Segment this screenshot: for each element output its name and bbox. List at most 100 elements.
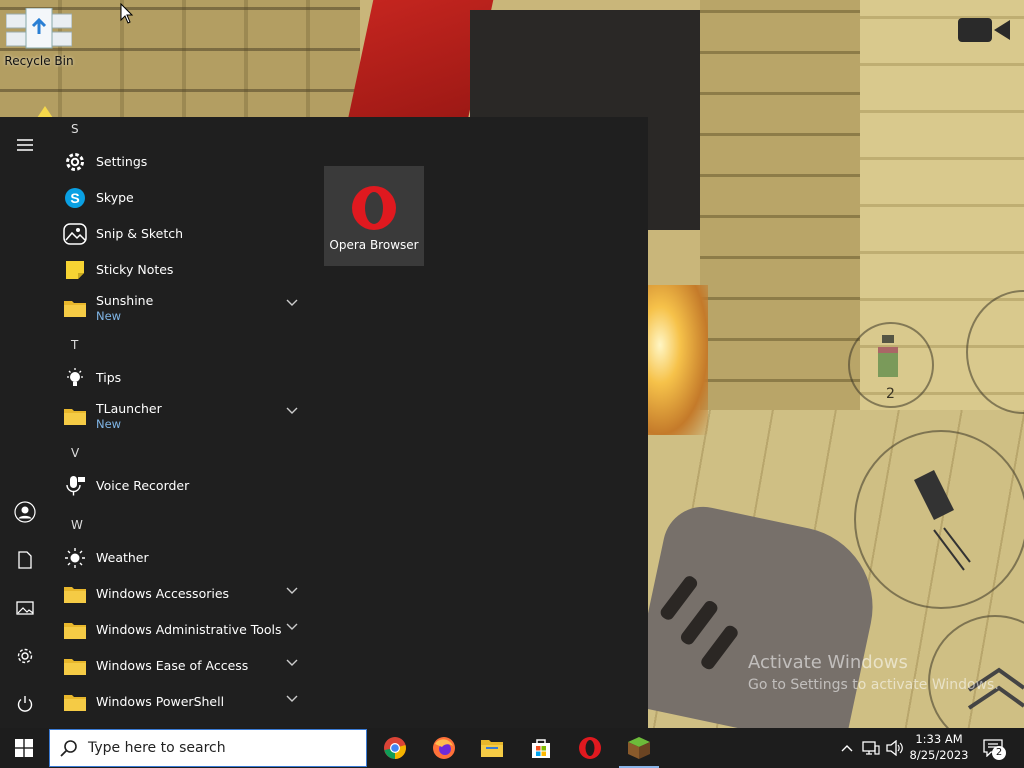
power-icon[interactable] [13, 692, 37, 716]
app-label: Windows Accessories [96, 586, 230, 601]
app-label: Weather [96, 550, 149, 565]
new-badge: New [96, 416, 122, 431]
notification-count-badge: 2 [992, 746, 1006, 760]
taskbar-opera[interactable] [566, 728, 614, 768]
app-tips[interactable]: Tips [62, 361, 312, 395]
app-label: Windows Ease of Access [96, 658, 249, 673]
opera-icon [352, 186, 396, 230]
start-menu: S Settings S Skype Snip & Sketch Sticky … [0, 117, 648, 728]
chevron-down-icon[interactable] [286, 623, 298, 631]
hamburger-menu-icon[interactable] [13, 133, 37, 157]
skype-icon: S [62, 185, 88, 211]
network-status[interactable] [860, 728, 882, 768]
mouse-cursor-icon [120, 3, 134, 24]
store-icon [532, 739, 550, 758]
taskbar-microsoft-store[interactable] [517, 728, 565, 768]
app-windows-ease-of-access[interactable]: Windows Ease of Access [62, 649, 312, 683]
app-label: Skype [96, 190, 134, 205]
app-windows-accessories[interactable]: Windows Accessories [62, 577, 312, 611]
app-label: Windows Administrative Tools [96, 622, 282, 637]
activate-windows-watermark: Activate Windows Go to Settings to activ… [748, 652, 999, 693]
clock-date: 8/25/2023 [909, 748, 969, 762]
video-camera-icon[interactable] [958, 16, 1010, 44]
app-sunshine[interactable]: Sunshine New [62, 289, 312, 327]
folder-icon [62, 617, 88, 643]
folder-icon [62, 689, 88, 715]
speaker-icon [886, 740, 903, 756]
taskbar-search-box[interactable]: Type here to search [49, 729, 367, 767]
taskbar-minecraft[interactable] [615, 728, 663, 768]
sticky-notes-icon [62, 257, 88, 283]
taskbar-firefox[interactable] [420, 728, 468, 768]
recycle-bin-icon [6, 8, 72, 49]
app-label: Sticky Notes [96, 262, 174, 277]
chevron-down-icon[interactable] [286, 659, 298, 667]
volume-control[interactable] [884, 728, 906, 768]
muzzle-flash [648, 285, 708, 435]
grass-block-icon [628, 737, 650, 759]
chevron-down-icon[interactable] [286, 587, 298, 595]
taskbar-clock[interactable]: 1:33 AM 8/25/2023 [908, 731, 970, 763]
app-voice-recorder[interactable]: Voice Recorder [62, 469, 312, 503]
new-badge: New [96, 308, 122, 323]
letter-header-w[interactable]: W [71, 518, 83, 532]
watermark-subtitle: Go to Settings to activate Windows. [748, 677, 999, 693]
recycle-bin-desktop-icon[interactable]: Recycle Bin [4, 8, 74, 68]
app-sticky-notes[interactable]: Sticky Notes [62, 253, 312, 287]
app-tlauncher[interactable]: TLauncher New [62, 397, 312, 435]
bullet-icon [914, 470, 971, 571]
folder-icon [62, 653, 88, 679]
tile-label: Opera Browser [329, 238, 419, 252]
sun-icon [62, 545, 88, 571]
taskbar: Type here to search 1:33 AM 8/25/2023 [0, 728, 1024, 768]
watermark-title: Activate Windows [748, 652, 908, 673]
opera-icon [579, 737, 601, 759]
app-settings[interactable]: Settings [62, 145, 312, 179]
chevron-down-icon[interactable] [286, 695, 298, 703]
app-label: Tips [96, 370, 122, 385]
app-weather[interactable]: Weather [62, 541, 312, 575]
snip-sketch-icon [62, 221, 88, 247]
documents-icon[interactable] [13, 548, 37, 572]
network-icon [862, 741, 880, 755]
app-snip-sketch[interactable]: Snip & Sketch [62, 217, 312, 251]
recycle-bin-label: Recycle Bin [4, 54, 74, 68]
start-button[interactable] [0, 728, 48, 768]
app-windows-powershell[interactable]: Windows PowerShell [62, 685, 312, 719]
chevron-up-icon [841, 745, 853, 752]
gear-icon [62, 149, 88, 175]
tile-opera-browser[interactable]: Opera Browser [324, 166, 424, 266]
app-label: TLauncher [96, 400, 162, 416]
file-explorer-icon [481, 740, 503, 757]
start-rail [0, 117, 50, 728]
app-label: Voice Recorder [96, 478, 190, 493]
app-windows-administrative-tools[interactable]: Windows Administrative Tools [62, 613, 312, 647]
show-hidden-icons[interactable] [836, 728, 858, 768]
clock-time: 1:33 AM [915, 732, 963, 746]
search-placeholder: Type here to search [88, 740, 226, 756]
letter-header-s[interactable]: S [71, 122, 79, 136]
chevron-down-icon[interactable] [286, 407, 298, 415]
settings-gear-icon[interactable] [13, 644, 37, 668]
grenade-icon [878, 335, 898, 377]
user-account-icon[interactable] [13, 500, 37, 524]
folder-icon [62, 295, 88, 321]
folder-icon [62, 581, 88, 607]
microphone-icon [62, 473, 88, 499]
taskbar-chrome[interactable] [371, 728, 419, 768]
letter-header-t[interactable]: T [71, 338, 78, 352]
app-label: Settings [96, 154, 148, 169]
app-label: Snip & Sketch [96, 226, 184, 241]
letter-header-v[interactable]: V [71, 446, 79, 460]
pictures-icon[interactable] [13, 596, 37, 620]
app-skype[interactable]: S Skype [62, 181, 312, 215]
app-label: Sunshine [96, 292, 154, 308]
firefox-icon [433, 737, 455, 759]
folder-icon [62, 403, 88, 429]
app-list: S Settings S Skype Snip & Sketch Sticky … [50, 117, 312, 728]
app-label: Windows PowerShell [96, 694, 225, 709]
taskbar-file-explorer[interactable] [468, 728, 516, 768]
chrome-icon [384, 737, 406, 759]
chevron-down-icon[interactable] [286, 299, 298, 307]
grenade-count: 2 [886, 386, 895, 402]
